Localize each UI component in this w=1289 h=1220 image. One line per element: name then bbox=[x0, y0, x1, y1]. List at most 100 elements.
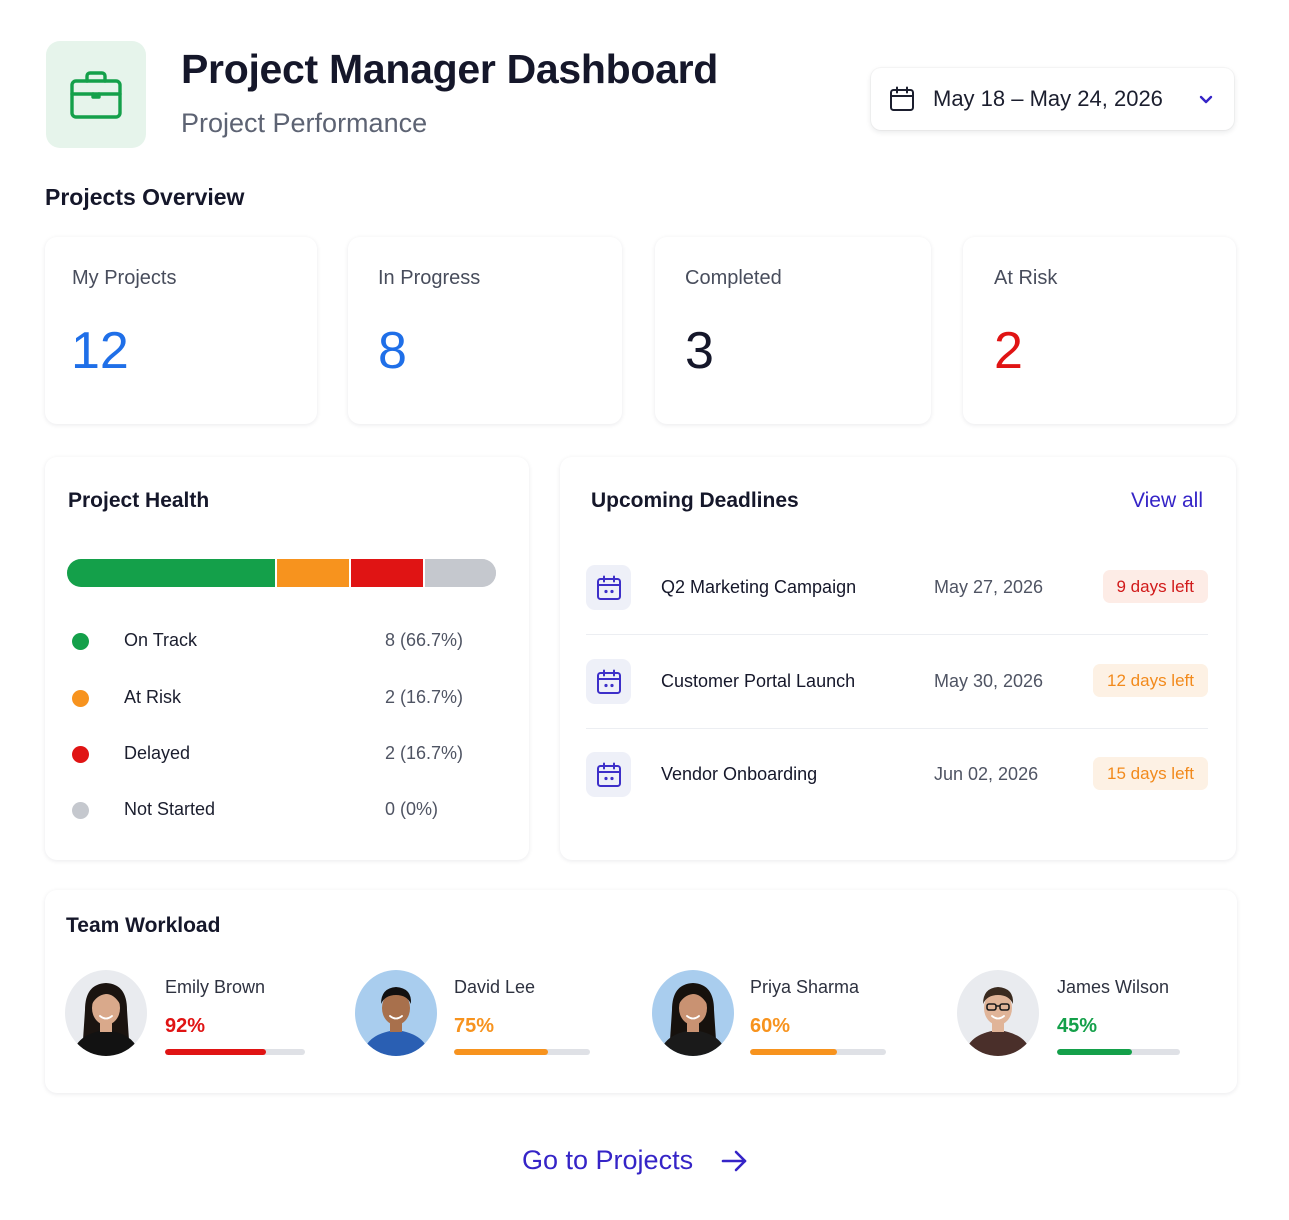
workload-percent: 92% bbox=[165, 1015, 206, 1037]
health-stacked-bar bbox=[67, 559, 496, 587]
workload-percent: 75% bbox=[454, 1015, 495, 1037]
workload-bar bbox=[1057, 1049, 1180, 1055]
team-workload-panel: Team Workload Emily Brown 92% David Lee … bbox=[45, 890, 1237, 1093]
upcoming-deadlines-panel: Upcoming Deadlines View all Q2 Marketing… bbox=[560, 457, 1236, 860]
stat-label: My Projects bbox=[72, 267, 177, 289]
workload-bar-fill bbox=[750, 1049, 838, 1055]
deadline-date: Jun 02, 2026 bbox=[934, 764, 1039, 784]
page-title: Project Manager Dashboard bbox=[181, 46, 719, 92]
status-dot bbox=[72, 690, 89, 707]
date-range-label: May 18 – May 24, 2026 bbox=[933, 86, 1163, 111]
stat-value: 2 bbox=[994, 322, 1023, 380]
arrow-right-icon bbox=[721, 1150, 747, 1171]
stat-card-in-progress[interactable]: In Progress 8 bbox=[348, 237, 622, 424]
workload-bar bbox=[750, 1049, 886, 1055]
workload-bar bbox=[165, 1049, 305, 1055]
go-to-projects-link[interactable]: Go to Projects bbox=[522, 1145, 749, 1176]
stat-card-at-risk[interactable]: At Risk 2 bbox=[963, 237, 1236, 424]
person-portrait bbox=[363, 987, 429, 1056]
legend-value: 2 (16.7%) bbox=[385, 687, 464, 707]
avatar bbox=[652, 970, 734, 1056]
stat-value: 3 bbox=[685, 322, 714, 380]
team-workload-title: Team Workload bbox=[66, 914, 221, 937]
app-icon bbox=[46, 41, 146, 148]
date-range-picker[interactable]: May 18 – May 24, 2026 bbox=[871, 68, 1234, 130]
status-dot bbox=[72, 802, 89, 819]
team-member[interactable]: Priya Sharma 60% bbox=[652, 970, 922, 1060]
health-legend-not-started: Not Started 0 (0%) bbox=[72, 798, 492, 822]
deadline-row[interactable]: Q2 Marketing Campaign May 27, 2026 9 day… bbox=[586, 565, 1208, 613]
legend-label: Delayed bbox=[124, 743, 191, 763]
health-segment-delayed bbox=[349, 559, 424, 587]
member-name: David Lee bbox=[454, 977, 536, 997]
workload-percent: 60% bbox=[750, 1015, 791, 1037]
days-left-badge: 12 days left bbox=[1093, 664, 1208, 697]
deadline-calendar-badge bbox=[586, 752, 631, 797]
workload-percent: 45% bbox=[1057, 1015, 1098, 1037]
project-health-title: Project Health bbox=[68, 489, 210, 512]
legend-value: 2 (16.7%) bbox=[385, 743, 464, 763]
row-divider bbox=[586, 728, 1208, 729]
legend-label: Not Started bbox=[124, 799, 216, 819]
calendar-icon bbox=[596, 762, 621, 787]
team-member[interactable]: David Lee 75% bbox=[355, 970, 625, 1060]
team-member[interactable]: Emily Brown 92% bbox=[65, 970, 335, 1060]
status-dot bbox=[72, 746, 89, 763]
calendar-icon bbox=[596, 669, 621, 694]
stat-value: 8 bbox=[378, 322, 407, 380]
go-to-projects-label: Go to Projects bbox=[522, 1145, 694, 1175]
stat-label: Completed bbox=[685, 267, 782, 289]
project-health-panel: Project Health On Track 8 (66.7%) At Ris… bbox=[45, 457, 529, 860]
deadline-date: May 27, 2026 bbox=[934, 577, 1044, 597]
team-member[interactable]: James Wilson 45% bbox=[957, 970, 1227, 1060]
upcoming-deadlines-title: Upcoming Deadlines bbox=[591, 489, 799, 512]
deadline-project-name: Vendor Onboarding bbox=[661, 764, 818, 784]
workload-bar-fill bbox=[454, 1049, 548, 1055]
workload-bar-fill bbox=[1057, 1049, 1133, 1055]
projects-overview-title: Projects Overview bbox=[45, 184, 245, 210]
member-name: James Wilson bbox=[1057, 977, 1170, 997]
legend-value: 0 (0%) bbox=[385, 799, 439, 819]
deadline-row[interactable]: Vendor Onboarding Jun 02, 2026 15 days l… bbox=[586, 752, 1208, 800]
health-segment-on-track bbox=[67, 559, 276, 587]
deadline-calendar-badge bbox=[586, 659, 631, 704]
view-all-link[interactable]: View all bbox=[1131, 489, 1203, 513]
calendar-icon bbox=[890, 86, 914, 111]
stat-card-my-projects[interactable]: My Projects 12 bbox=[45, 237, 317, 424]
stat-label: At Risk bbox=[994, 267, 1058, 289]
row-divider bbox=[586, 634, 1208, 635]
avatar bbox=[65, 970, 147, 1056]
health-legend-delayed: Delayed 2 (16.7%) bbox=[72, 742, 492, 766]
health-segment-at-risk bbox=[275, 559, 350, 587]
deadline-row[interactable]: Customer Portal Launch May 30, 2026 12 d… bbox=[586, 659, 1208, 707]
stat-value: 12 bbox=[71, 322, 129, 380]
avatar bbox=[355, 970, 437, 1056]
legend-label: On Track bbox=[124, 630, 198, 650]
page-subtitle: Project Performance bbox=[181, 108, 428, 138]
deadline-project-name: Customer Portal Launch bbox=[661, 671, 856, 691]
stat-card-completed[interactable]: Completed 3 bbox=[655, 237, 931, 424]
legend-label: At Risk bbox=[124, 687, 182, 707]
days-left-badge: 15 days left bbox=[1093, 757, 1208, 790]
person-portrait bbox=[965, 987, 1031, 1056]
deadline-calendar-badge bbox=[586, 565, 631, 610]
deadline-project-name: Q2 Marketing Campaign bbox=[661, 577, 857, 597]
stat-label: In Progress bbox=[378, 267, 481, 289]
calendar-icon bbox=[596, 575, 621, 600]
status-dot bbox=[72, 633, 89, 650]
days-left-badge: 9 days left bbox=[1102, 570, 1208, 603]
person-portrait bbox=[660, 983, 726, 1056]
member-name: Emily Brown bbox=[165, 977, 266, 997]
health-segment-not-started bbox=[423, 559, 496, 587]
workload-bar-fill bbox=[165, 1049, 266, 1055]
deadline-date: May 30, 2026 bbox=[934, 671, 1044, 691]
health-legend-on-track: On Track 8 (66.7%) bbox=[72, 629, 492, 653]
avatar bbox=[957, 970, 1039, 1056]
briefcase-icon bbox=[70, 70, 122, 119]
workload-bar bbox=[454, 1049, 590, 1055]
person-portrait bbox=[73, 983, 139, 1056]
health-legend-at-risk: At Risk 2 (16.7%) bbox=[72, 686, 492, 710]
chevron-down-icon bbox=[1199, 95, 1213, 104]
legend-value: 8 (66.7%) bbox=[385, 630, 464, 650]
member-name: Priya Sharma bbox=[750, 977, 860, 997]
